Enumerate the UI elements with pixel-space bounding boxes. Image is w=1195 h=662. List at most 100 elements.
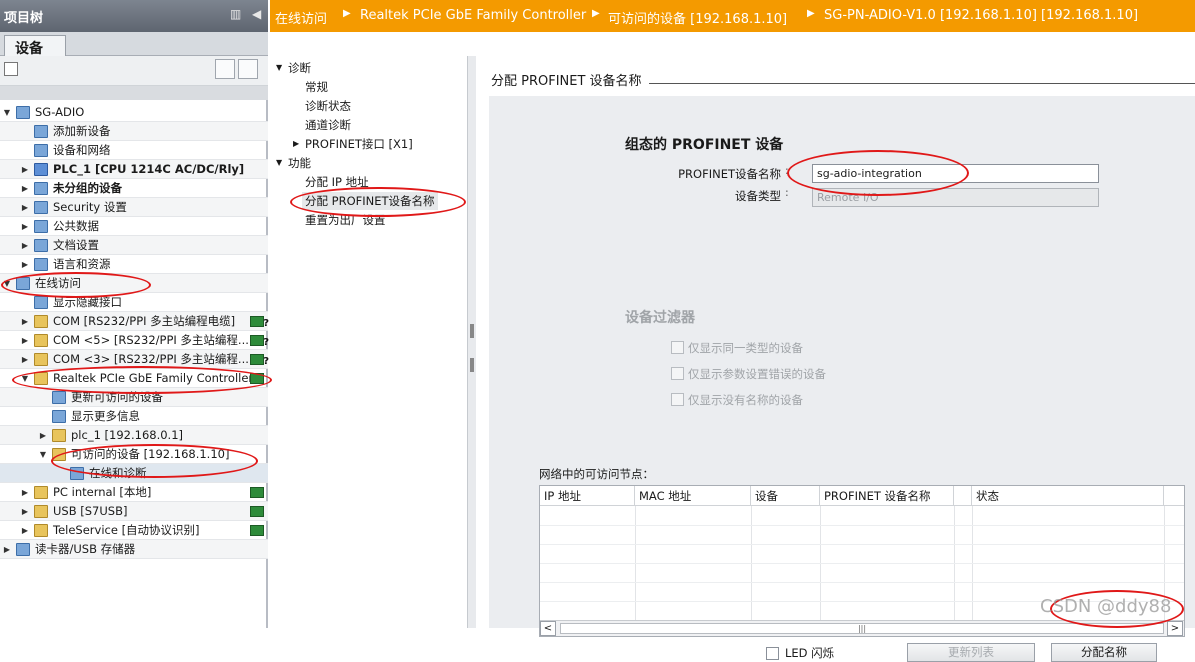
tree-item[interactable]: 显示隐藏接口 [0, 293, 268, 312]
tree-item[interactable]: ▶ COM [RS232/PPI 多主站编程电缆] [0, 312, 269, 333]
section-title: 分配 PROFINET 设备名称 [491, 74, 642, 89]
tree-item[interactable]: ▼ SG-ADIO [0, 103, 268, 122]
nav-diag-status[interactable]: 诊断状态 [305, 97, 351, 115]
panel-layout-icon[interactable]: ▥ [230, 7, 241, 21]
tab-devices[interactable]: 设备 [4, 35, 66, 57]
update-devices-icon [52, 391, 66, 404]
network-status-icon [250, 487, 264, 498]
grid-line [540, 544, 1184, 545]
nav-profinet-port[interactable]: ▶ PROFINET接口 [X1] [293, 135, 413, 153]
tree-item[interactable]: 设备和网络 [0, 141, 268, 160]
update-list-button[interactable]: 更新列表 [907, 643, 1035, 662]
expanded-icon[interactable]: ▼ [2, 103, 12, 122]
tree-item[interactable]: ▶ COM <5> [RS232/PPI 多主站编程... [0, 331, 269, 352]
collapsed-icon[interactable]: ▶ [20, 160, 30, 179]
breadcrumb-accessible-devices[interactable]: 可访问的设备 [192.168.1.10] [608, 8, 787, 27]
collapsed-icon[interactable]: ▶ [2, 540, 12, 559]
device-name-input[interactable]: sg-adio-integration [812, 164, 1099, 183]
column-status[interactable]: 状态 [972, 486, 1164, 506]
collapsed-icon[interactable]: ▶ [20, 236, 30, 255]
collapsed-icon[interactable]: ▶ [38, 426, 48, 445]
folder-icon [34, 524, 48, 537]
network-status-icon [250, 352, 269, 371]
nav-diagnostics[interactable]: ▼ 诊断 [276, 59, 311, 77]
collapsed-icon[interactable]: ▶ [20, 179, 30, 198]
network-status-icon [250, 525, 264, 536]
tree-item[interactable]: ▼ Realtek PCIe GbE Family Controller [0, 369, 268, 388]
column-device[interactable]: 设备 [751, 486, 820, 506]
tree-item[interactable]: ▶ 文档设置 [0, 236, 268, 255]
filter-same-type-label: 仅显示同一类型的设备 [688, 341, 803, 355]
tree-item[interactable]: ▼ 在线访问 [0, 274, 268, 293]
collapsed-icon[interactable]: ▶ [20, 483, 30, 502]
assign-name-button[interactable]: 分配名称 [1051, 643, 1157, 662]
nav-general[interactable]: 常规 [305, 78, 328, 96]
expanded-icon[interactable]: ▼ [2, 274, 12, 293]
grid-line [540, 563, 1184, 564]
collapsed-icon[interactable]: ▶ [20, 198, 30, 217]
device-filter-heading: 设备过滤器 [625, 310, 695, 326]
tree-item[interactable]: ▶ TeleService [自动协议识别] [0, 521, 268, 540]
tree-item[interactable]: ▶ plc_1 [192.168.0.1] [0, 426, 268, 445]
tree-view-icon[interactable] [215, 59, 235, 79]
column-profinet-name[interactable]: PROFINET 设备名称 [820, 486, 954, 506]
tree-item[interactable]: ▶ 读卡器/USB 存储器 [0, 540, 268, 559]
tree-item[interactable]: 更新可访问的设备 [0, 388, 268, 407]
tree-item[interactable]: ▶ USB [S7USB] [0, 502, 268, 521]
filter-same-type-checkbox[interactable] [671, 341, 684, 354]
filter-no-name-checkbox[interactable] [671, 393, 684, 406]
nav-channel-diag[interactable]: 通道诊断 [305, 116, 351, 134]
tree-item-label: 在线访问 [35, 276, 81, 290]
scroll-thumb[interactable]: ||| [560, 623, 1164, 634]
language-icon [34, 258, 48, 271]
filter-param-error-checkbox[interactable] [671, 367, 684, 380]
tree-item-label: COM <5> [RS232/PPI 多主站编程... [53, 333, 249, 347]
led-flash-checkbox[interactable] [766, 647, 779, 660]
tree-item[interactable]: ▶ PLC_1 [CPU 1214C AC/DC/Rly] [0, 160, 268, 179]
nav-assign-ip[interactable]: 分配 IP 地址 [305, 173, 369, 191]
tree-export-icon[interactable] [238, 59, 258, 79]
breadcrumb-online-access[interactable]: 在线访问 [275, 8, 327, 27]
tree-item[interactable]: ▶ Security 设置 [0, 198, 268, 217]
collapsed-icon: ▶ [293, 139, 300, 148]
tree-item[interactable]: 添加新设备 [0, 122, 268, 141]
breadcrumb-device[interactable]: SG-PN-ADIO-V1.0 [192.168.1.10] [192.168.… [824, 8, 1138, 23]
column-mac-address[interactable]: MAC 地址 [635, 486, 751, 506]
assign-name-panel: 组态的 PROFINET 设备 PROFINET设备名称 : sg-adio-i… [489, 96, 1195, 662]
collapsed-icon[interactable]: ▶ [20, 312, 30, 331]
card-reader-icon [16, 543, 30, 556]
nav-assign-name[interactable]: 分配 PROFINET设备名称 [302, 192, 438, 210]
panel-splitter[interactable] [467, 56, 476, 628]
tree-item[interactable]: ▶ 公共数据 [0, 217, 268, 236]
breadcrumb-controller[interactable]: Realtek PCIe GbE Family Controller [360, 8, 586, 23]
collapsed-icon[interactable]: ▶ [20, 502, 30, 521]
tree-item-label: TeleService [自动协议识别] [53, 523, 200, 537]
collapsed-icon[interactable]: ▶ [20, 255, 30, 274]
tree-item[interactable]: 显示更多信息 [0, 407, 268, 426]
nav-functions[interactable]: ▼ 功能 [276, 154, 311, 172]
tree-item[interactable]: 在线和诊断 [0, 464, 268, 483]
breadcrumb: 在线访问 ▶ Realtek PCIe GbE Family Controlle… [270, 0, 1195, 32]
table-horizontal-scrollbar[interactable]: < ||| > [540, 620, 1184, 636]
scroll-right-icon[interactable]: > [1167, 621, 1183, 636]
tree-item[interactable]: ▶ COM <3> [RS232/PPI 多主站编程... [0, 350, 269, 371]
project-icon [16, 106, 30, 119]
tree-grid-icon[interactable] [4, 62, 18, 76]
expanded-icon[interactable]: ▼ [20, 369, 30, 388]
folder-icon [52, 448, 66, 461]
project-tree-title: 项目树 [4, 11, 44, 26]
expanded-icon[interactable]: ▼ [38, 445, 48, 464]
scroll-left-icon[interactable]: < [540, 621, 556, 636]
show-hidden-icon [34, 296, 48, 309]
collapsed-icon[interactable]: ▶ [20, 521, 30, 540]
collapse-left-icon[interactable]: ◀ [252, 7, 261, 21]
collapsed-icon[interactable]: ▶ [20, 217, 30, 236]
collapsed-icon[interactable]: ▶ [20, 350, 30, 369]
nav-reset-factory[interactable]: 重置为出厂设置 [305, 211, 386, 229]
tree-item[interactable]: ▶ 未分组的设备 [0, 179, 268, 198]
tree-item[interactable]: ▶ PC internal [本地] [0, 483, 268, 502]
tree-item[interactable]: ▼ 可访问的设备 [192.168.1.10] [0, 445, 268, 464]
tree-item[interactable]: ▶ 语言和资源 [0, 255, 268, 274]
collapsed-icon[interactable]: ▶ [20, 331, 30, 350]
column-ip-address[interactable]: IP 地址 [540, 486, 635, 506]
